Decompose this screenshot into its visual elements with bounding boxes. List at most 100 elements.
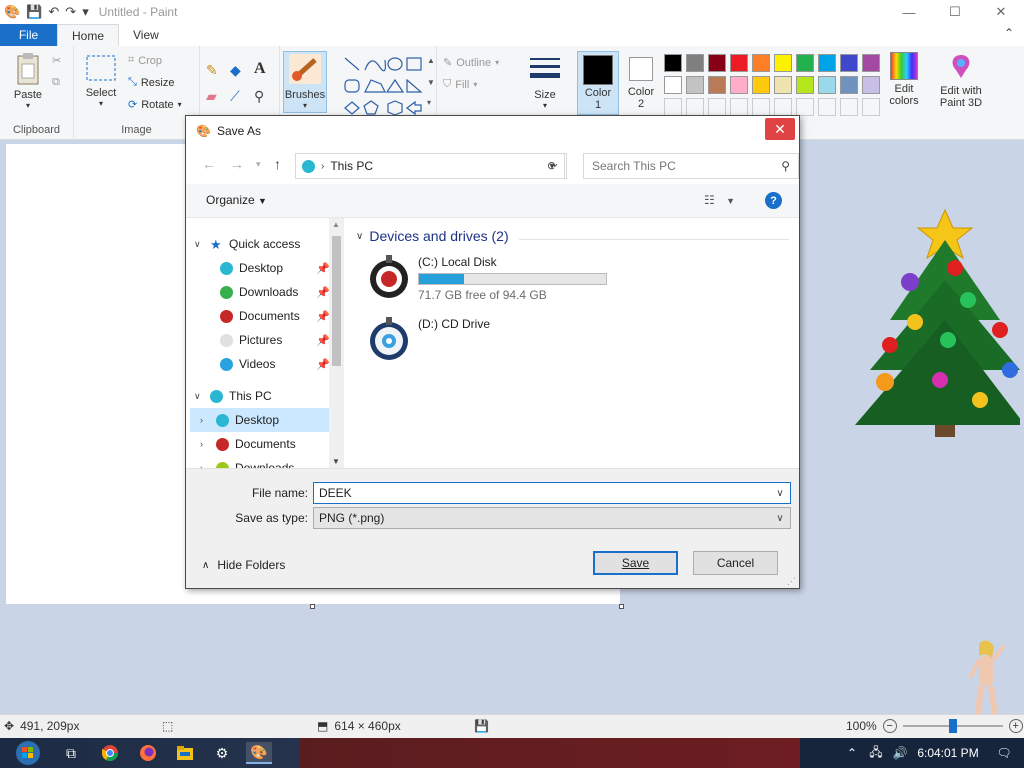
start-orb-icon[interactable]	[10, 741, 46, 765]
paste-button[interactable]: Paste ▾	[8, 52, 48, 110]
pencil-icon[interactable]: ✎	[206, 62, 218, 79]
help-button[interactable]: ?	[765, 192, 782, 209]
settings-icon[interactable]: ⚙	[209, 742, 235, 764]
palette-swatch[interactable]	[774, 54, 792, 72]
devices-group-header[interactable]: ∨ Devices and drives (2)	[356, 228, 509, 244]
address-bar[interactable]: › This PC ▾	[295, 153, 565, 179]
palette-swatch[interactable]	[730, 76, 748, 94]
undo-icon[interactable]: ↶	[48, 4, 59, 20]
nav-quick-desktop[interactable]: Desktop 📌	[190, 256, 330, 280]
palette-swatch[interactable]	[664, 54, 682, 72]
palette-swatch[interactable]	[664, 76, 682, 94]
eraser-icon[interactable]: ▰	[206, 88, 217, 105]
drive-c[interactable]: (C:) Local Disk 71.7 GB free of 94.4 GB	[368, 252, 607, 302]
crop-button[interactable]: ⌗ Crop	[128, 54, 162, 67]
shapes-scroll-up-icon[interactable]: ▲	[427, 56, 435, 65]
palette-custom-slot[interactable]	[686, 98, 704, 116]
brushes-button[interactable]: Brushes ▾	[283, 51, 327, 113]
edit-colors-button[interactable]: Edit colors	[882, 52, 926, 107]
save-type-dropdown-icon[interactable]: ∨	[770, 508, 790, 528]
clock[interactable]: 6:04:01 PM	[912, 746, 984, 760]
palette-swatch[interactable]	[686, 76, 704, 94]
ribbon-collapse-icon[interactable]: ⌃	[1004, 26, 1014, 40]
resize-handle-bottom[interactable]	[310, 604, 315, 609]
shapes-expand-icon[interactable]: ▾	[427, 98, 431, 107]
zoom-slider[interactable]	[902, 719, 1003, 733]
palette-custom-slot[interactable]	[730, 98, 748, 116]
recent-locations-icon[interactable]: ▾	[256, 159, 261, 170]
expand-chevron-icon[interactable]: ›	[200, 439, 210, 449]
palette-swatch[interactable]	[752, 76, 770, 94]
task-view-icon[interactable]: ⧉	[58, 742, 84, 764]
scroll-up-icon[interactable]: ▲	[332, 220, 340, 229]
color1-button[interactable]: Color 1	[577, 51, 619, 115]
customize-qa-icon[interactable]: ▾	[82, 4, 89, 20]
file-name-input[interactable]: DEEK ∨	[313, 482, 791, 504]
palette-swatch[interactable]	[862, 54, 880, 72]
close-window-icon[interactable]: ✕	[978, 0, 1024, 24]
save-type-select[interactable]: PNG (*.png) ∨	[313, 507, 791, 529]
palette-custom-slot[interactable]	[752, 98, 770, 116]
expanded-chevron-icon[interactable]: ∨	[194, 239, 204, 250]
palette-swatch[interactable]	[840, 76, 858, 94]
select-button[interactable]: Select ▾	[82, 54, 120, 108]
nav-quick-documents[interactable]: Documents 📌	[190, 304, 330, 328]
palette-custom-slot[interactable]	[818, 98, 836, 116]
resize-button[interactable]: ⤡ Resize	[128, 76, 174, 89]
zoom-out-icon[interactable]: −	[882, 719, 897, 733]
chrome-icon[interactable]	[97, 742, 123, 764]
color-picker-icon[interactable]: ⟋	[230, 88, 240, 105]
shapes-scroll-down-icon[interactable]: ▼	[427, 78, 435, 87]
palette-swatch[interactable]	[840, 54, 858, 72]
minimize-icon[interactable]: —	[886, 0, 932, 24]
redo-icon[interactable]: ↷	[65, 4, 76, 20]
drive-d[interactable]: (D:) CD Drive	[368, 314, 490, 362]
palette-custom-slot[interactable]	[774, 98, 792, 116]
file-name-dropdown-icon[interactable]: ∨	[770, 483, 790, 503]
up-arrow-icon[interactable]: ↑	[274, 156, 281, 172]
resize-handle-corner[interactable]	[619, 604, 624, 609]
nav-quick-pictures[interactable]: Pictures 📌	[190, 328, 330, 352]
refresh-button[interactable]: ⟳	[539, 153, 567, 179]
palette-swatch[interactable]	[796, 76, 814, 94]
palette-swatch[interactable]	[818, 54, 836, 72]
file-explorer-icon[interactable]	[172, 742, 198, 764]
nav-quick-access[interactable]: ∨ ★ Quick access	[190, 232, 330, 256]
nav-pc-documents[interactable]: › Documents	[190, 432, 330, 456]
palette-custom-slot[interactable]	[664, 98, 682, 116]
shapes-gallery-icons[interactable]	[341, 54, 433, 116]
resize-grip-icon[interactable]: ⋰	[787, 576, 797, 586]
organize-button[interactable]: Organize ▼	[206, 193, 267, 207]
magnifier-icon[interactable]: ⚲	[254, 88, 264, 105]
nav-scroll-thumb[interactable]	[332, 236, 341, 366]
tab-home[interactable]: Home	[57, 24, 120, 46]
forward-arrow-icon[interactable]: →	[230, 156, 244, 172]
hide-folders-button[interactable]: ∧ Hide Folders	[202, 558, 285, 572]
palette-swatch[interactable]	[774, 76, 792, 94]
volume-icon[interactable]: 🔊	[888, 746, 912, 760]
network-icon[interactable]: 🖧	[864, 743, 888, 764]
search-input[interactable]: Search This PC ⚲	[583, 153, 799, 179]
palette-swatch[interactable]	[708, 54, 726, 72]
palette-custom-slot[interactable]	[862, 98, 880, 116]
save-quick-icon[interactable]: 💾	[26, 4, 42, 20]
palette-swatch[interactable]	[730, 54, 748, 72]
paint-icon[interactable]: 🎨	[246, 742, 272, 764]
maximize-icon[interactable]: ☐	[932, 0, 978, 24]
copy-icon[interactable]: ⧉	[52, 76, 60, 89]
view-options-button[interactable]: ☷ ▼	[704, 193, 735, 207]
scroll-down-icon[interactable]: ▼	[332, 457, 340, 466]
nav-quick-downloads[interactable]: Downloads 📌	[190, 280, 330, 304]
palette-swatch[interactable]	[708, 76, 726, 94]
palette-swatch[interactable]	[686, 54, 704, 72]
palette-swatch[interactable]	[862, 76, 880, 94]
expand-chevron-icon[interactable]: ›	[200, 415, 210, 425]
zoom-slider-thumb[interactable]	[948, 719, 957, 733]
save-button[interactable]: Save	[593, 551, 678, 575]
size-button[interactable]: Size ▾	[524, 52, 566, 110]
color2-button[interactable]: Color 2	[622, 51, 660, 110]
text-icon[interactable]: A	[254, 60, 266, 78]
dialog-close-button[interactable]: ✕	[765, 118, 795, 140]
palette-custom-slot[interactable]	[796, 98, 814, 116]
nav-this-pc[interactable]: ∨ This PC	[190, 384, 330, 408]
